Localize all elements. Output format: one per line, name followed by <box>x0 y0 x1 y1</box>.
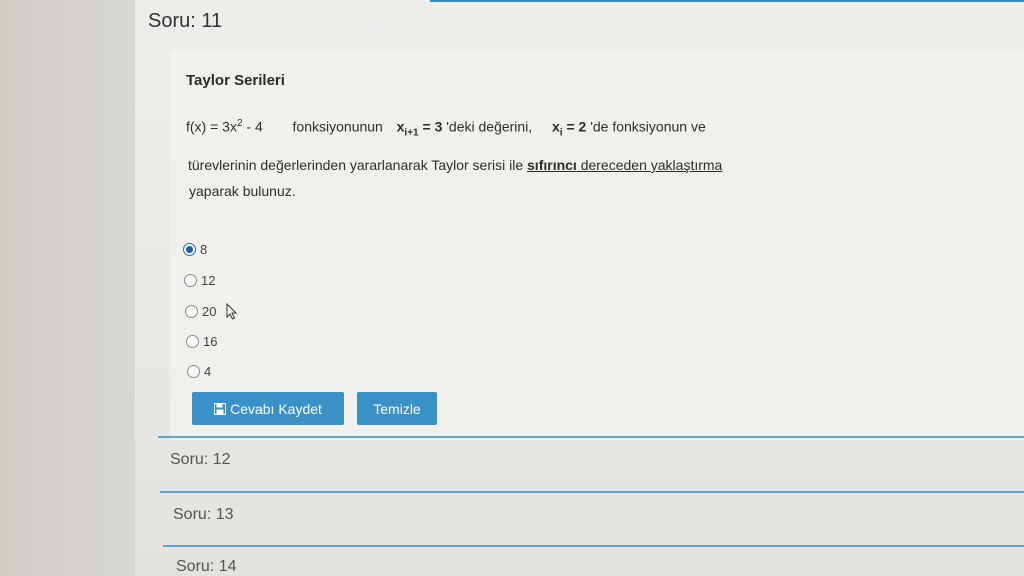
question-12-link[interactable]: Soru: 12 <box>170 451 230 469</box>
divider <box>163 545 1024 547</box>
deki-text: 'deki değerini, <box>442 118 533 135</box>
clear-button[interactable]: Temizle <box>357 392 437 425</box>
x-next-subscript: i+1 <box>404 127 419 139</box>
divider <box>158 436 1024 438</box>
question-text-line-2: türevlerinin değerlerinden yararlanarak … <box>188 157 722 173</box>
radio[interactable] <box>187 365 200 378</box>
x-next-value: = 3 <box>418 118 443 135</box>
line2-post: dereceden yaklaştırma <box>576 157 723 173</box>
option-8[interactable]: 8 <box>183 242 207 257</box>
line2-pre: türevlerinin değerlerinden yararlanarak … <box>188 157 528 173</box>
save-answer-button[interactable]: Cevabı Kaydet <box>192 392 344 425</box>
question-14-link[interactable]: Soru: 14 <box>176 558 236 576</box>
question-header: Soru: 11 <box>148 10 223 32</box>
floppy-disk-icon <box>214 402 227 415</box>
left-gutter <box>0 0 135 576</box>
option-label: 20 <box>202 304 217 319</box>
radio[interactable] <box>184 274 197 287</box>
mouse-pointer-icon <box>226 303 238 320</box>
top-divider <box>430 0 1024 2</box>
function-word: fonksiyonunun <box>292 118 383 135</box>
divider <box>160 491 1024 493</box>
question-text-line-1: f(x) = 3x2 - 4 fonksiyonunun xi+1 = 3 'd… <box>186 118 706 138</box>
function-text: f(x) = 3x <box>186 118 237 135</box>
line2-bold: sıfırıncı <box>527 157 577 173</box>
radio[interactable] <box>185 305 198 318</box>
option-label: 8 <box>200 242 208 257</box>
option-label: 4 <box>204 364 212 379</box>
radio-selected[interactable] <box>183 243 196 256</box>
function-tail: - 4 <box>242 118 263 135</box>
option-label: 16 <box>203 334 218 349</box>
save-answer-label: Cevabı Kaydet <box>230 400 322 417</box>
de-text: 'de fonksiyonun ve <box>586 118 706 135</box>
option-16[interactable]: 16 <box>186 334 217 349</box>
question-panel <box>170 50 1024 440</box>
question-13-link[interactable]: Soru: 13 <box>173 506 233 524</box>
question-title: Taylor Serileri <box>186 72 285 89</box>
option-4[interactable]: 4 <box>187 364 211 379</box>
option-20[interactable]: 20 <box>185 304 216 319</box>
x-current-value: = 2 <box>562 118 587 135</box>
x-current-symbol: x <box>551 118 560 135</box>
question-text-line-3: yaparak bulunuz. <box>189 183 296 199</box>
radio[interactable] <box>186 335 199 348</box>
clear-label: Temizle <box>373 400 421 417</box>
option-12[interactable]: 12 <box>184 273 215 288</box>
option-label: 12 <box>201 273 216 288</box>
